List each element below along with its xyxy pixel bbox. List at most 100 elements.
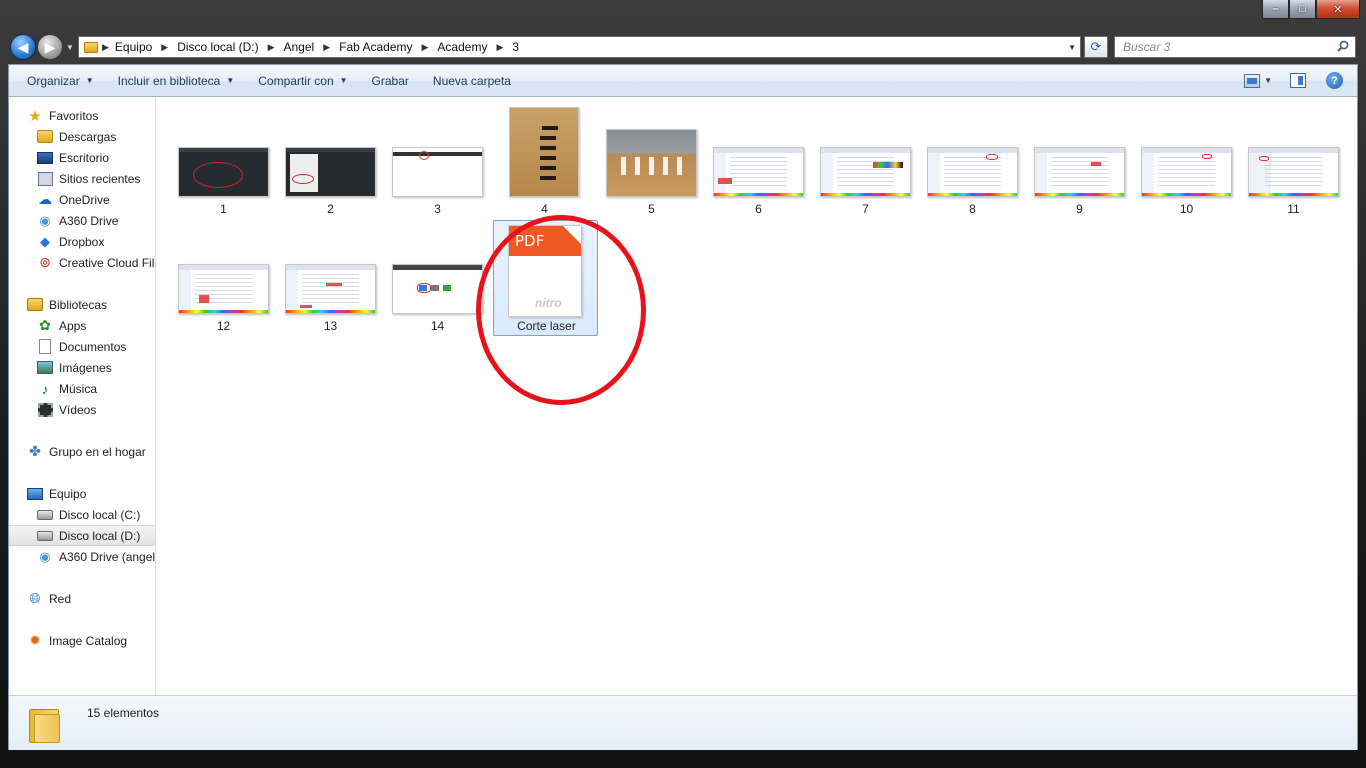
breadcrumb-angel[interactable]: Angel ▶ [284, 40, 340, 54]
breadcrumb-separator-icon[interactable]: ▶ [161, 42, 168, 53]
sidebar-item-image-catalog[interactable]: ✹ Image Catalog [9, 630, 155, 651]
sidebar-item-drive-c[interactable]: Disco local (C:) [9, 504, 155, 525]
share-with-menu[interactable]: Compartir con ▼ [248, 69, 357, 93]
sidebar-item-network[interactable]: 🌐︎ Red [9, 588, 155, 609]
computer-icon [27, 487, 43, 500]
sidebar-item-a360-drive-angel[interactable]: ◉ A360 Drive (angel. [9, 546, 155, 567]
image-thumbnail [178, 147, 269, 197]
sidebar-item-desktop[interactable]: Escritorio [9, 147, 155, 168]
file-tile[interactable]: 3 [384, 107, 491, 225]
window-controls: – □ ✕ [1262, 0, 1360, 20]
sidebar-item-a360-drive[interactable]: ◉ A360 Drive [9, 210, 155, 231]
breadcrumb-root-arrow-icon[interactable]: ▶ [102, 42, 109, 53]
network-globe-icon: 🌐︎ [29, 590, 41, 606]
minimize-button[interactable]: – [1262, 0, 1289, 19]
breadcrumb-separator-icon[interactable]: ▶ [496, 42, 503, 53]
breadcrumb-3[interactable]: 3 [512, 40, 519, 54]
view-options-dropdown-icon[interactable]: ▼ [1264, 76, 1272, 85]
recent-pages-dropdown[interactable]: ▼ [66, 43, 74, 52]
sidebar-item-homegroup[interactable]: ✤ Grupo en el hogar [9, 441, 155, 462]
maximize-button[interactable]: □ [1289, 0, 1316, 19]
chevron-down-icon: ▼ [85, 76, 94, 85]
image-thumbnail [509, 107, 579, 197]
sidebar-item-computer[interactable]: Equipo [9, 483, 155, 504]
file-tile[interactable]: 11 [1240, 107, 1347, 225]
file-tile[interactable]: 9 [1026, 107, 1133, 225]
new-folder-button[interactable]: Nueva carpeta [423, 69, 521, 93]
system-drive-icon [37, 509, 53, 520]
search-icon[interactable] [1337, 40, 1349, 52]
apps-icon: ✿ [39, 317, 51, 333]
sidebar-item-videos[interactable]: Vídeos [9, 399, 155, 420]
details-pane: 15 elementos [9, 695, 1357, 750]
sidebar-item-music[interactable]: ♪ Música [9, 378, 155, 399]
music-note-icon: ♪ [41, 380, 49, 397]
search-input[interactable]: Buscar 3 [1114, 36, 1356, 58]
file-tile[interactable]: 2 [277, 107, 384, 225]
command-bar: Organizar ▼ Incluir en biblioteca ▼ Compar… [9, 65, 1357, 97]
file-tile[interactable]: 1 [170, 107, 277, 225]
breadcrumb-separator-icon[interactable]: ▶ [268, 42, 275, 53]
help-icon[interactable]: ? [1326, 72, 1343, 89]
sidebar-item-apps[interactable]: ✿ Apps [9, 315, 155, 336]
sidebar-item-drive-d[interactable]: Disco local (D:) [9, 525, 155, 546]
preview-pane-icon[interactable] [1290, 73, 1306, 88]
refresh-button[interactable]: ⟳ [1084, 36, 1108, 58]
sidebar-item-dropbox[interactable]: ◆ Dropbox [9, 231, 155, 252]
breadcrumb-separator-icon[interactable]: ▶ [422, 42, 429, 53]
file-tile[interactable]: 4 [491, 107, 598, 225]
file-list: 1 2 3 4 5 6 7 8 9 10 11 12 13 14 PDF nit… [157, 97, 1356, 695]
address-history-dropdown-icon[interactable]: ▼ [1068, 43, 1076, 52]
folder-icon [29, 703, 63, 743]
sidebar-item-recent-places[interactable]: Sitios recientes [9, 168, 155, 189]
dropbox-icon: ◆ [40, 233, 50, 249]
downloads-folder-icon [37, 130, 53, 143]
file-tile[interactable]: 13 [277, 224, 384, 342]
file-tile[interactable]: 5 [598, 107, 705, 225]
desktop-icon [37, 151, 53, 164]
image-thumbnail [392, 147, 483, 197]
breadcrumb-academy[interactable]: Academy ▶ [437, 40, 512, 54]
breadcrumb-separator-icon[interactable]: ▶ [323, 42, 330, 53]
breadcrumb-disco-d[interactable]: Disco local (D:) ▶ [177, 40, 283, 54]
change-view-icon[interactable] [1244, 73, 1261, 88]
organize-menu[interactable]: Organizar ▼ [17, 69, 104, 93]
folder-icon [84, 41, 98, 53]
sidebar-item-onedrive[interactable]: ☁ OneDrive [9, 189, 155, 210]
breadcrumb-fab-academy[interactable]: Fab Academy ▶ [339, 40, 437, 54]
explorer-window: – □ ✕ ◀ ▶ ▼ ▶ Equipo ▶ Disco local (D:) ▶ … [0, 0, 1366, 768]
onedrive-cloud-icon: ☁ [38, 191, 52, 207]
libraries-icon [27, 298, 43, 311]
navigation-pane: ★ Favoritos Descargas Escritorio Sitios r… [9, 97, 156, 695]
sidebar-item-libraries[interactable]: Bibliotecas [9, 294, 155, 315]
include-in-library-menu[interactable]: Incluir en biblioteca ▼ [108, 69, 245, 93]
image-thumbnail [606, 129, 697, 197]
sidebar-item-creative-cloud[interactable]: ⊚Creative Cloud Files [9, 252, 155, 273]
close-button[interactable]: ✕ [1316, 0, 1360, 19]
address-bar[interactable]: ▶ Equipo ▶ Disco local (D:) ▶ Angel ▶ Fab A… [78, 36, 1081, 58]
sidebar-item-pictures[interactable]: Imágenes [9, 357, 155, 378]
maximize-icon: □ [1299, 3, 1306, 15]
breadcrumb-equipo[interactable]: Equipo ▶ [115, 40, 177, 54]
image-thumbnail [927, 147, 1018, 197]
file-tile[interactable]: 12 [170, 224, 277, 342]
image-thumbnail [392, 264, 483, 314]
file-tile[interactable]: 6 [705, 107, 812, 225]
hard-drive-icon [37, 530, 53, 541]
file-tile[interactable]: 10 [1133, 107, 1240, 225]
sidebar-item-documents[interactable]: Documentos [9, 336, 155, 357]
forward-button[interactable]: ▶ [37, 34, 63, 60]
image-thumbnail [1034, 147, 1125, 197]
sidebar-item-downloads[interactable]: Descargas [9, 126, 155, 147]
homegroup-icon: ✤ [29, 443, 41, 459]
item-count: 15 elementos [87, 706, 160, 720]
documents-icon [39, 339, 51, 354]
sidebar-item-favorites[interactable]: ★ Favoritos [9, 105, 155, 126]
file-tile[interactable]: 7 [812, 107, 919, 225]
pictures-icon [37, 361, 53, 374]
burn-button[interactable]: Grabar [362, 69, 419, 93]
back-button[interactable]: ◀ [10, 34, 36, 60]
file-tile[interactable]: 14 [384, 224, 491, 342]
file-tile[interactable]: 8 [919, 107, 1026, 225]
navigation-buttons: ◀ ▶ ▼ [10, 34, 74, 60]
